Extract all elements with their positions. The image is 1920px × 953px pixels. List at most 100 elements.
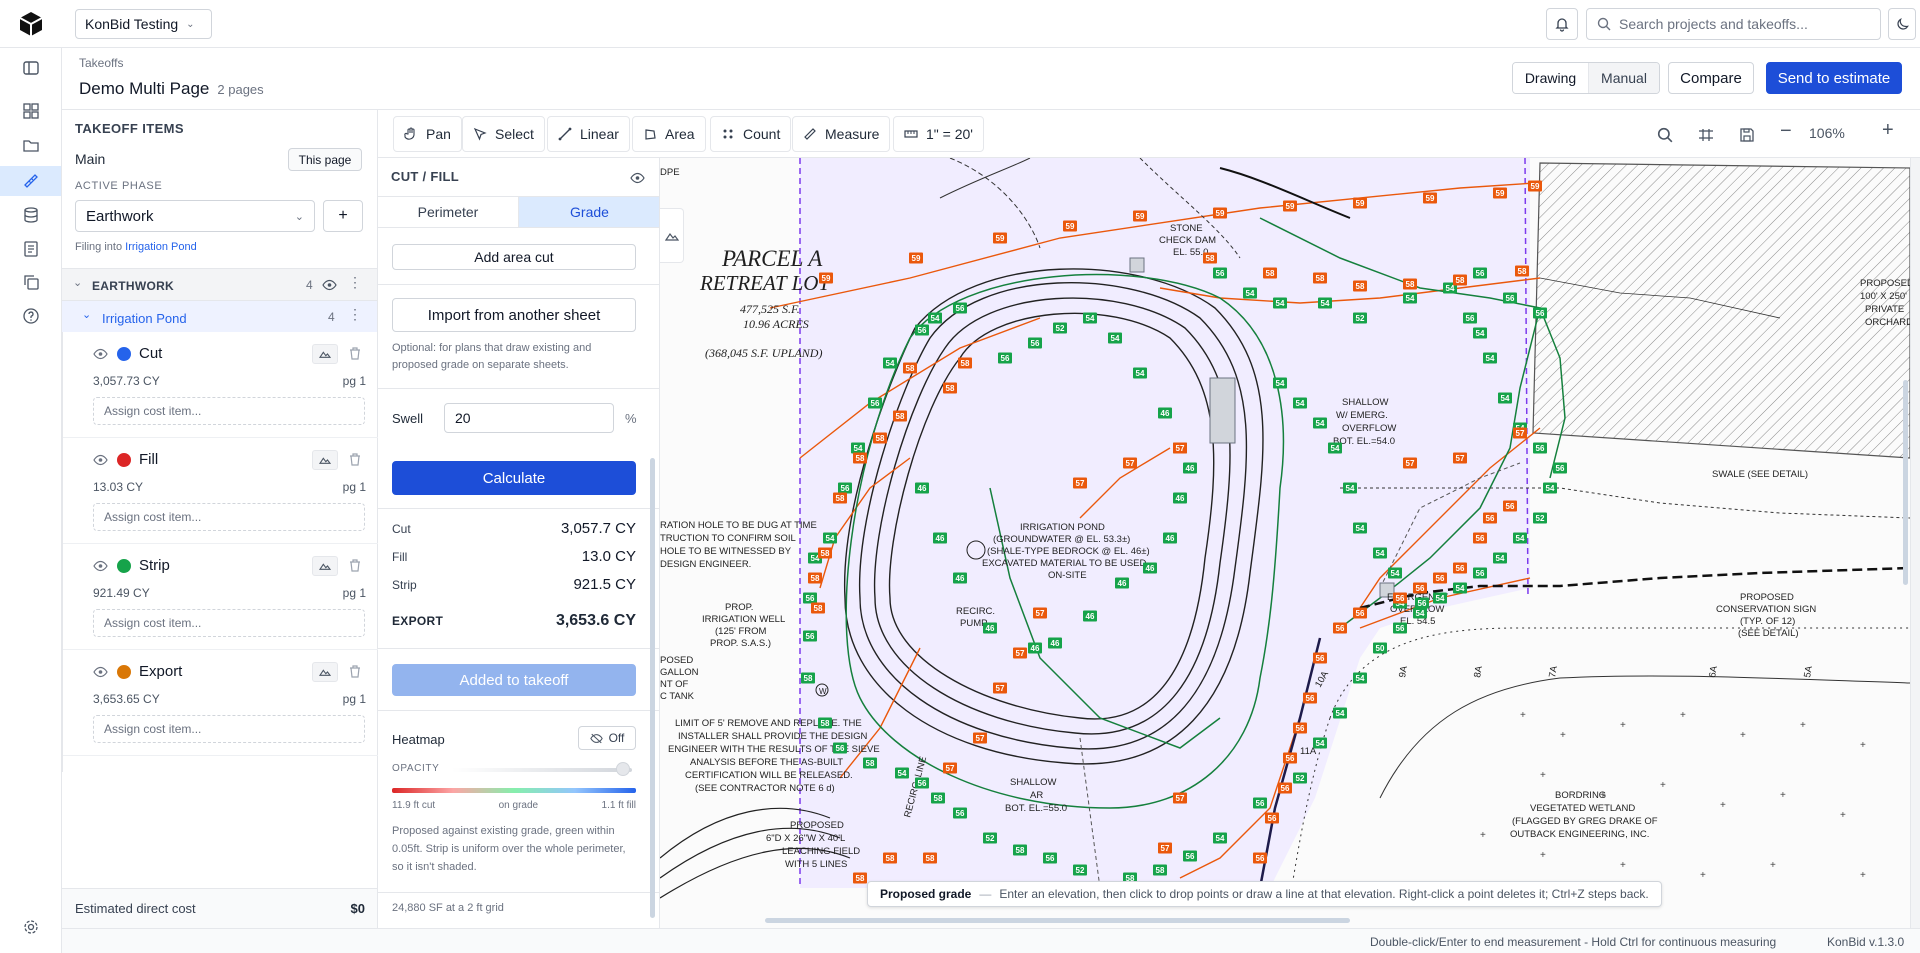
add-area-cut-button[interactable]: Add area cut <box>392 244 636 270</box>
eye-icon[interactable] <box>93 666 108 678</box>
item-name[interactable]: Cut <box>139 345 162 362</box>
area-label: Area <box>665 126 695 142</box>
add-phase-button[interactable]: + <box>323 200 363 232</box>
grade-view-button[interactable] <box>312 556 338 576</box>
count-tool[interactable]: Count <box>710 116 792 152</box>
elevation-marker: 58 <box>943 382 957 394</box>
assign-cost-item-input[interactable]: Assign cost item... <box>93 397 365 425</box>
linear-tool[interactable]: Linear <box>547 116 630 152</box>
eye-icon[interactable] <box>93 560 108 572</box>
search-input[interactable]: Search projects and takeoffs... <box>1619 16 1808 32</box>
plus-icon: + <box>338 207 348 224</box>
copy-icon[interactable] <box>22 273 40 291</box>
mode-drawing-button[interactable]: Drawing <box>1513 63 1589 93</box>
trash-icon[interactable] <box>349 559 361 572</box>
send-to-estimate-button[interactable]: Send to estimate <box>1766 62 1902 94</box>
svg-text:54: 54 <box>1356 524 1365 533</box>
item-name[interactable]: Fill <box>139 451 158 468</box>
document-icon[interactable] <box>22 240 40 258</box>
trash-icon[interactable] <box>349 347 361 360</box>
grade-view-button[interactable] <box>312 450 338 470</box>
assign-cost-item-input[interactable]: Assign cost item... <box>93 715 365 743</box>
opacity-slider-thumb[interactable] <box>616 762 630 776</box>
zoom-in-icon[interactable]: + <box>1882 119 1894 142</box>
eye-icon[interactable] <box>93 348 108 360</box>
help-icon[interactable] <box>22 307 40 325</box>
select-tool[interactable]: Select <box>462 116 545 152</box>
ruler-icon[interactable] <box>22 172 40 190</box>
item-color-swatch[interactable] <box>117 347 131 361</box>
vertical-scrollbar[interactable] <box>1903 380 1908 585</box>
import-sheet-button[interactable]: Import from another sheet <box>392 298 636 332</box>
assign-cost-item-input[interactable]: Assign cost item... <box>93 503 365 531</box>
heatmap-toggle[interactable]: Off <box>578 726 636 750</box>
search-box[interactable]: Search projects and takeoffs... <box>1586 8 1881 40</box>
settings-icon[interactable] <box>22 918 40 936</box>
grade-view-button[interactable] <box>312 344 338 364</box>
subgroup-irrigation-pond[interactable]: ⌄ Irrigation Pond 4 ⋮ <box>62 300 377 332</box>
item-color-swatch[interactable] <box>117 453 131 467</box>
scale-button[interactable]: 1" = 20' <box>893 116 984 152</box>
elevation-marker: 54 <box>1273 377 1287 389</box>
calculate-button[interactable]: Calculate <box>392 461 636 495</box>
eye-icon[interactable] <box>630 172 645 184</box>
trash-icon[interactable] <box>349 665 361 678</box>
theme-toggle[interactable] <box>1888 8 1916 40</box>
elevation-marker: 54 <box>1133 367 1147 379</box>
assign-cost-item-input[interactable]: Assign cost item... <box>93 609 365 637</box>
more-icon[interactable]: ⋮ <box>348 275 362 289</box>
this-page-button[interactable]: This page <box>288 148 362 171</box>
svg-text:59: 59 <box>996 234 1005 243</box>
chevron-down-icon[interactable]: ⌄ <box>73 276 82 289</box>
measure-tool[interactable]: Measure <box>792 116 891 152</box>
tab-grade[interactable]: Grade <box>519 197 659 227</box>
takeoff-item[interactable]: Fill 13.03 CY pg 1 Assign cost item... <box>63 438 378 544</box>
horizontal-scrollbar[interactable] <box>765 918 1350 923</box>
group-header-earthwork[interactable]: ⌄ EARTHWORK 4 ⋮ <box>62 268 377 300</box>
takeoff-item[interactable]: Cut 3,057.73 CY pg 1 Assign cost item... <box>63 332 378 438</box>
compare-button[interactable]: Compare <box>1668 62 1754 94</box>
more-icon[interactable]: ⋮ <box>348 307 362 321</box>
sidebar-toggle-icon[interactable] <box>22 59 40 77</box>
mode-manual-button[interactable]: Manual <box>1589 63 1659 93</box>
calibrate-icon[interactable] <box>1697 127 1715 143</box>
swell-input[interactable]: 20 <box>444 403 614 433</box>
item-name[interactable]: Strip <box>139 557 170 574</box>
eye-icon[interactable] <box>322 279 337 291</box>
item-color-swatch[interactable] <box>117 665 131 679</box>
notifications-button[interactable] <box>1546 8 1578 40</box>
database-icon[interactable] <box>22 206 40 224</box>
added-to-takeoff-button[interactable]: Added to takeoff <box>392 664 636 696</box>
eye-icon[interactable] <box>93 454 108 466</box>
save-icon[interactable] <box>1739 127 1755 143</box>
chevron-down-icon[interactable]: ⌄ <box>82 308 91 321</box>
trash-icon[interactable] <box>349 453 361 466</box>
area-tool[interactable]: Area <box>632 116 706 152</box>
panel-scrollbar[interactable] <box>650 458 655 918</box>
breadcrumb[interactable]: Takeoffs <box>79 56 123 70</box>
dashboard-icon[interactable] <box>22 102 40 120</box>
grade-view-button[interactable] <box>312 662 338 682</box>
item-name[interactable]: Export <box>139 663 182 680</box>
filing-target-link[interactable]: Irrigation Pond <box>125 241 197 253</box>
search-icon[interactable] <box>1657 127 1673 143</box>
pan-tool[interactable]: Pan <box>393 116 462 152</box>
takeoff-item[interactable]: Export 3,653.65 CY pg 1 Assign cost item… <box>63 650 378 756</box>
phase-select[interactable]: Earthwork ⌄ <box>75 200 315 232</box>
app-logo[interactable] <box>18 11 44 37</box>
takeoff-item[interactable]: Strip 921.49 CY pg 1 Assign cost item... <box>63 544 378 650</box>
folder-icon[interactable] <box>22 136 40 154</box>
drawing-canvas[interactable]: + + + + + + + + + + + + + + + + + + + W PARCEL A RETREAT… <box>660 158 1910 928</box>
zoom-out-icon[interactable]: − <box>1780 120 1792 143</box>
item-color-swatch[interactable] <box>117 559 131 573</box>
svg-text:+: + <box>1840 810 1846 821</box>
active-phase-label: ACTIVE PHASE <box>75 180 163 192</box>
workspace-switcher[interactable]: KonBid Testing ⌄ <box>75 9 212 39</box>
elevation-marker: 56 <box>1183 850 1197 862</box>
svg-text:52: 52 <box>1076 866 1085 875</box>
elevation-marker: 54 <box>1353 522 1367 534</box>
tab-perimeter[interactable]: Perimeter <box>378 197 519 227</box>
opacity-slider[interactable] <box>452 762 632 776</box>
scale-mid: on grade <box>498 800 539 811</box>
map-toggle-button[interactable] <box>660 208 684 263</box>
